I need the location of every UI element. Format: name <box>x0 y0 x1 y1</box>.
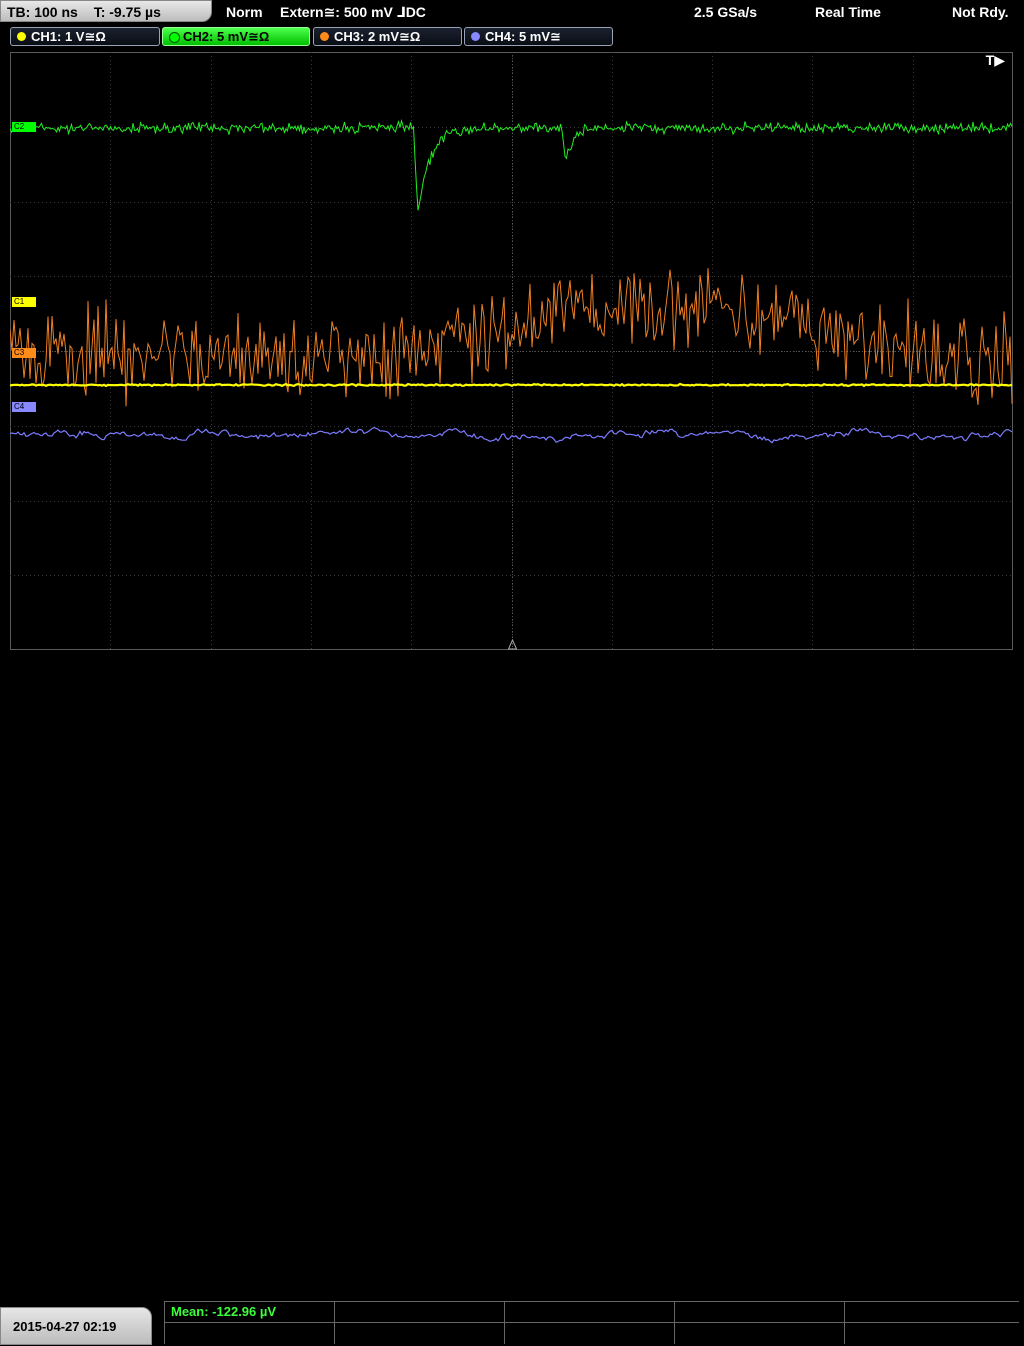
timebase-value: TB: 100 ns <box>7 4 78 20</box>
channel-4-tab[interactable]: CH4: 5 mV≅ <box>464 27 613 46</box>
date-time-box: 2015-04-27 02:19 <box>0 1307 152 1345</box>
top-status-bar: TB: 100 ns T: -9.75 µs Norm Extern≅: 500… <box>0 0 1024 24</box>
measurement-cell-2[interactable] <box>334 1302 504 1344</box>
channel-3-dot-icon <box>320 32 329 41</box>
trigger-mode[interactable]: Norm <box>226 0 263 24</box>
trigger-source[interactable]: Extern≅: 500 mV ⅃DC <box>280 0 426 24</box>
channel-1-trace <box>10 382 1013 388</box>
channel-1-label: CH1: 1 V≅Ω <box>31 29 106 44</box>
channel-2-dot-icon <box>169 32 180 43</box>
trigger-position-marker[interactable]: T▶ <box>986 52 1005 69</box>
channel-2-trace <box>10 118 1013 211</box>
mean-measurement: Mean: -122.96 µV <box>171 1304 277 1319</box>
measurement-table: Mean: -122.96 µV <box>164 1301 1019 1344</box>
channel-4-dot-icon <box>471 32 480 41</box>
measurement-cell-1[interactable]: Mean: -122.96 µV <box>164 1302 334 1344</box>
channel-4-label: CH4: 5 mV≅ <box>485 29 561 44</box>
date-time: 2015-04-27 02:19 <box>13 1319 117 1334</box>
acquisition-mode[interactable]: Real Time <box>815 0 881 24</box>
waveform-grid <box>10 52 1013 650</box>
bottom-bar: 2015-04-27 02:19 Mean: -122.96 µV <box>0 650 1024 1345</box>
channel-4-level-marker[interactable]: C4 <box>12 402 36 412</box>
measurement-cell-5[interactable] <box>844 1302 1019 1344</box>
channel-1-tab[interactable]: CH1: 1 V≅Ω <box>10 27 160 46</box>
channel-2-level-marker[interactable]: C2 <box>12 122 36 132</box>
measurement-cell-3[interactable] <box>504 1302 674 1344</box>
channel-2-label: CH2: 5 mV≅Ω <box>183 29 270 44</box>
channel-tabs: CH1: 1 V≅Ω CH2: 5 mV≅Ω CH3: 2 mV≅Ω CH4: … <box>0 25 1024 47</box>
channel-1-dot-icon <box>17 32 26 41</box>
waveform-screen[interactable]: T▶ C2 C1 C3 C4 <box>10 52 1013 650</box>
channel-3-level-marker[interactable]: C3 <box>12 348 36 358</box>
channel-3-label: CH3: 2 mV≅Ω <box>334 29 421 44</box>
channel-1-level-marker[interactable]: C1 <box>12 297 36 307</box>
trigger-status: Not Rdy. <box>952 4 1009 20</box>
channel-3-tab[interactable]: CH3: 2 mV≅Ω <box>313 27 462 46</box>
sample-rate: 2.5 GSa/s <box>694 4 758 20</box>
channel-2-tab[interactable]: CH2: 5 mV≅Ω <box>162 27 310 46</box>
timebase-box[interactable]: TB: 100 ns T: -9.75 µs <box>0 0 212 22</box>
trigger-time-value: T: -9.75 µs <box>93 4 161 20</box>
channel-4-trace <box>10 426 1013 444</box>
measurement-cell-4[interactable] <box>674 1302 844 1344</box>
